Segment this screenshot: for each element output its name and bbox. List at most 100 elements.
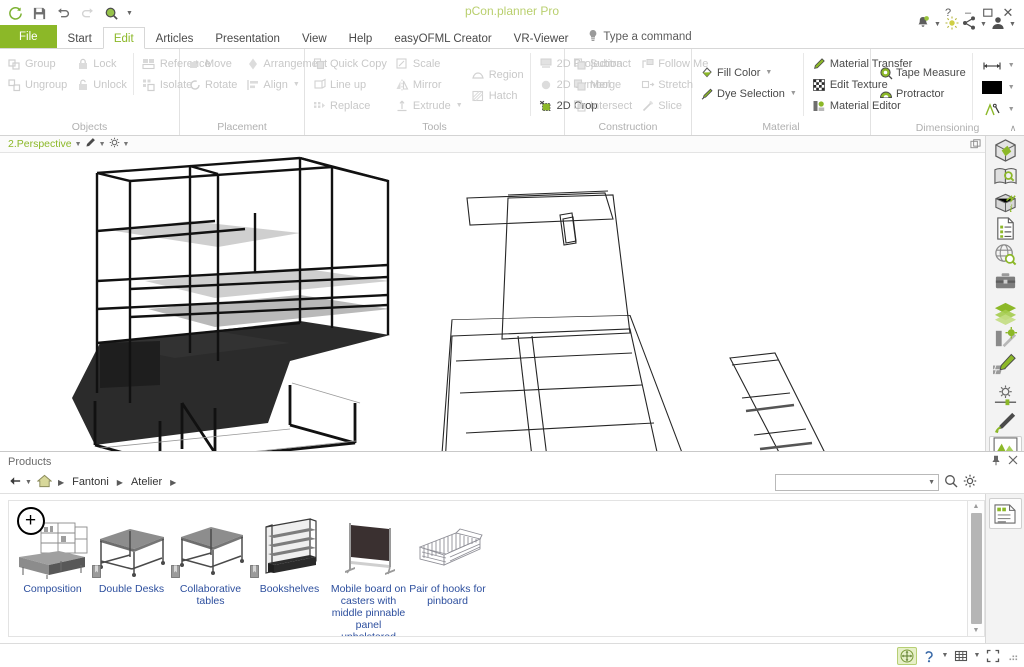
ribbon-item-rotate[interactable]: Rotate (183, 74, 241, 95)
layers-icon[interactable] (989, 300, 1022, 325)
orbit-tool-button[interactable] (919, 647, 939, 665)
double-desk-thumb[interactable] (91, 507, 170, 579)
home-icon[interactable] (36, 474, 53, 491)
share-caret[interactable]: ▼ (978, 14, 989, 34)
tab-vr-viewer[interactable]: VR-Viewer (503, 27, 580, 49)
breadcrumb-arrow[interactable]: ▶ (167, 478, 179, 487)
product-label[interactable]: Composition (14, 583, 92, 595)
object-3d-icon[interactable] (989, 138, 1022, 163)
bookshelf-thumb[interactable] (249, 507, 328, 579)
breadcrumb-arrow[interactable]: ▶ (55, 478, 67, 487)
article-list-icon[interactable] (989, 216, 1022, 241)
toolbox-icon[interactable] (989, 268, 1022, 293)
back-history-caret[interactable]: ▼ (25, 479, 32, 486)
search-input[interactable] (779, 475, 929, 489)
pin-icon[interactable] (991, 455, 1001, 469)
product-item[interactable]: Double Desks (91, 507, 171, 595)
product-label[interactable]: Collaborative tables (172, 583, 250, 607)
ribbon-item-tape-measure[interactable]: Tape Measure (874, 62, 970, 83)
ribbon-item-intersect[interactable]: Intersect (568, 95, 636, 116)
fill-color-dropdown-caret[interactable]: ▼ (765, 69, 772, 76)
pan-tool-button[interactable] (897, 646, 917, 665)
pen-icon[interactable] (85, 137, 96, 151)
tab-presentation[interactable]: Presentation (204, 27, 291, 49)
orbit-tool-caret[interactable]: ▼ (941, 652, 949, 659)
ribbon-item-lock[interactable]: Lock (71, 53, 131, 74)
tab-start[interactable]: Start (57, 27, 103, 49)
share-icon[interactable] (961, 15, 977, 34)
dimension-style-caret[interactable]: ▼ (1008, 106, 1015, 113)
ribbon-item-unlock[interactable]: Unlock (71, 74, 131, 95)
ribbon-item-dye-selection[interactable]: Dye Selection ▼ (695, 83, 801, 104)
breadcrumb-fantoni[interactable]: Fantoni (70, 476, 111, 488)
scroll-down-arrow[interactable]: ▼ (973, 627, 980, 634)
search-icon[interactable] (944, 474, 958, 491)
collaborative-table-thumb[interactable] (170, 507, 249, 579)
product-item[interactable]: Pair of hooks for pinboard (408, 507, 487, 607)
product-item[interactable]: Mobile board on casters with middle pinn… (329, 507, 408, 636)
product-label[interactable]: Mobile board on casters with middle pinn… (330, 583, 408, 636)
zoom-icon[interactable] (100, 2, 122, 24)
fullscreen-button[interactable] (983, 647, 1003, 665)
ribbon-item-mirror[interactable]: Mirror (391, 74, 467, 95)
ribbon-item-hatch[interactable]: Hatch (467, 85, 528, 106)
ribbon-item-dimension-style[interactable]: ▼ (977, 99, 1019, 120)
save-icon[interactable] (28, 2, 50, 24)
notifications-icon[interactable] (915, 15, 931, 34)
align-dropdown-caret[interactable]: ▼ (293, 81, 300, 88)
ribbon-item-extrude[interactable]: Extrude ▼ (391, 95, 467, 116)
tab-file[interactable]: File (0, 25, 57, 48)
add-composition-badge[interactable]: + (16, 507, 45, 535)
products-settings-gear-icon[interactable] (963, 474, 977, 491)
product-item[interactable]: Collaborative tables (170, 507, 250, 607)
ribbon-item-fill-color[interactable]: Fill Color ▼ (695, 62, 801, 83)
tab-help[interactable]: Help (338, 27, 384, 49)
mobile-board-thumb[interactable] (331, 507, 407, 579)
tab-edit[interactable]: Edit (102, 27, 145, 49)
ribbon-item-dimension-color[interactable]: ▼ (977, 77, 1019, 98)
back-arrow-icon[interactable] (9, 475, 22, 490)
ribbon-item-region[interactable]: Region (467, 64, 528, 85)
texture-edit-icon[interactable] (989, 352, 1022, 377)
gear-icon[interactable] (109, 137, 120, 151)
command-search[interactable]: Type a command (587, 26, 692, 48)
ribbon-item-group[interactable]: Group (3, 53, 71, 74)
product-item[interactable]: + Composition (13, 507, 92, 595)
account-caret[interactable]: ▼ (1007, 14, 1018, 34)
tab-easyofml-creator[interactable]: easyOFML Creator (383, 27, 502, 49)
extrude-dropdown-caret[interactable]: ▼ (456, 102, 463, 109)
render-pen-icon[interactable] (989, 410, 1022, 435)
ribbon-item-line-up[interactable]: Line up (308, 74, 391, 95)
tab-articles[interactable]: Articles (145, 27, 205, 49)
breadcrumb-arrow[interactable]: ▶ (114, 478, 126, 487)
light-slider-icon[interactable] (989, 384, 1022, 409)
viewport-canvas[interactable] (0, 153, 985, 451)
product-label[interactable]: Pair of hooks for pinboard (409, 583, 487, 607)
account-icon[interactable] (990, 15, 1006, 34)
ribbon-item-move[interactable]: Move (183, 53, 241, 74)
quick-access-more-caret[interactable]: ▼ (124, 3, 135, 23)
dye-selection-dropdown-caret[interactable]: ▼ (790, 90, 797, 97)
composition-thumb[interactable]: + (15, 507, 91, 579)
render-mode-caret[interactable]: ▼ (99, 141, 106, 148)
ribbon-item-dimension-line[interactable]: ▼ (977, 55, 1019, 76)
grid-snap-caret[interactable]: ▼ (973, 652, 981, 659)
search-history-caret[interactable]: ▼ (928, 479, 935, 486)
refresh-icon[interactable] (4, 2, 26, 24)
ribbon-item-scale[interactable]: Scale (391, 53, 467, 74)
notifications-caret[interactable]: ▼ (932, 14, 943, 34)
products-scrollbar[interactable]: ▲ ▼ (967, 501, 984, 636)
dimension-line-caret[interactable]: ▼ (1008, 62, 1015, 69)
package-info-icon[interactable]: i (989, 190, 1022, 215)
catalog-search-icon[interactable] (989, 164, 1022, 189)
undo-icon[interactable] (52, 2, 74, 24)
grid-snap-button[interactable] (951, 647, 971, 665)
document-panel-icon[interactable] (988, 498, 1022, 529)
viewport-name-caret[interactable]: ▼ (75, 141, 82, 148)
dimension-color-caret[interactable]: ▼ (1008, 84, 1015, 91)
ribbon-item-ungroup[interactable]: Ungroup (3, 74, 71, 95)
media-icon[interactable] (989, 326, 1022, 351)
breadcrumb-atelier[interactable]: Atelier (129, 476, 164, 488)
online-catalog-icon[interactable] (989, 242, 1022, 267)
viewport-settings-caret[interactable]: ▼ (123, 141, 130, 148)
